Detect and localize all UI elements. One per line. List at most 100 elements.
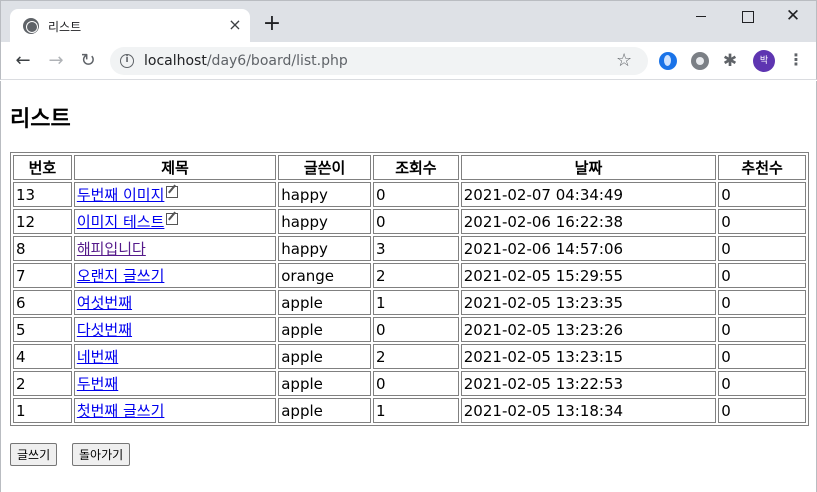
puzzle-icon[interactable]: ✱ [721, 52, 739, 70]
cell-author: apple [278, 317, 372, 342]
minimize-button[interactable] [678, 5, 724, 29]
maximize-button[interactable] [724, 5, 770, 29]
post-title-link[interactable]: 첫번째 글쓰기 [77, 402, 165, 420]
cell-views: 0 [373, 209, 459, 234]
reload-icon[interactable]: ↻ [76, 49, 100, 73]
forward-arrow-icon[interactable]: → [44, 49, 68, 73]
cell-recommends: 0 [718, 344, 806, 369]
cell-date: 2021-02-05 13:22:53 [460, 371, 717, 396]
cell-date: 2021-02-06 16:22:38 [460, 209, 717, 234]
header-title: 제목 [73, 155, 277, 180]
cell-views: 1 [373, 398, 459, 423]
cell-author: orange [278, 263, 372, 288]
cell-date: 2021-02-05 13:23:35 [460, 290, 717, 315]
window-close-button[interactable]: ✕ [770, 5, 816, 29]
cell-number: 5 [13, 317, 72, 342]
post-title-link[interactable]: 두번째 이미지 [77, 186, 165, 204]
post-title-link[interactable]: 오랜지 글쓰기 [77, 267, 165, 285]
cell-views: 2 [373, 263, 459, 288]
cell-recommends: 0 [718, 209, 806, 234]
cell-number: 12 [13, 209, 72, 234]
cell-date: 2021-02-06 14:57:06 [460, 236, 717, 261]
table-row: 13 두번째 이미지 happy 0 2021-02-07 04:34:49 0 [13, 182, 806, 207]
header-date: 날짜 [460, 155, 717, 180]
cell-recommends: 0 [718, 263, 806, 288]
cell-number: 6 [13, 290, 72, 315]
close-tab-icon[interactable]: × [226, 16, 244, 34]
cell-recommends: 0 [718, 371, 806, 396]
browser-tab[interactable]: 리스트 × [10, 9, 250, 44]
extension-gear-icon[interactable] [691, 52, 709, 70]
post-title-link[interactable]: 두번째 [77, 375, 118, 393]
cell-author: happy [278, 236, 372, 261]
cell-title: 네번째 [73, 344, 277, 369]
cell-views: 3 [373, 236, 459, 261]
table-row: 2 두번째 apple 0 2021-02-05 13:22:53 0 [13, 371, 806, 396]
cell-number: 2 [13, 371, 72, 396]
board-table: 번호 제목 글쓴이 조회수 날짜 추천수 13 두번째 이미지 happy 0 … [10, 152, 809, 426]
table-row: 7 오랜지 글쓰기 orange 2 2021-02-05 15:29:55 0 [13, 263, 806, 288]
cell-title: 다섯번째 [73, 317, 277, 342]
image-attached-icon [166, 213, 179, 225]
cell-author: apple [278, 290, 372, 315]
table-row: 1 첫번째 글쓰기 apple 1 2021-02-05 13:18:34 0 [13, 398, 806, 423]
cell-views: 0 [373, 371, 459, 396]
browser-titlebar: 리스트 × + ✕ [0, 0, 817, 44]
cell-date: 2021-02-05 13:18:34 [460, 398, 717, 423]
cell-recommends: 0 [718, 398, 806, 423]
cell-author: apple [278, 398, 372, 423]
post-title-link[interactable]: 이미지 테스트 [77, 213, 165, 231]
cell-recommends: 0 [718, 290, 806, 315]
new-tab-button[interactable]: + [262, 13, 282, 35]
cell-date: 2021-02-07 04:34:49 [460, 182, 717, 207]
info-icon[interactable]: i [120, 54, 134, 68]
url-host: localhost [144, 53, 207, 69]
cell-author: happy [278, 209, 372, 234]
bookmark-star-icon[interactable]: ☆ [616, 50, 632, 71]
cell-views: 2 [373, 344, 459, 369]
more-menu-icon[interactable]: ⋮ [788, 51, 804, 71]
cell-number: 1 [13, 398, 72, 423]
cell-number: 8 [13, 236, 72, 261]
write-button[interactable]: 글쓰기 [10, 443, 58, 466]
cell-views: 0 [373, 317, 459, 342]
cell-title: 두번째 이미지 [73, 182, 277, 207]
cell-author: apple [278, 371, 372, 396]
browser-toolbar: ← → ↻ i localhost/day6/board/list.php ☆ … [0, 42, 817, 80]
table-row: 8 해피입니다 happy 3 2021-02-06 14:57:06 0 [13, 236, 806, 261]
back-arrow-icon[interactable]: ← [11, 49, 35, 73]
cell-date: 2021-02-05 13:23:26 [460, 317, 717, 342]
cell-views: 0 [373, 182, 459, 207]
cell-title: 해피입니다 [73, 236, 277, 261]
cell-title: 첫번째 글쓰기 [73, 398, 277, 423]
go-back-button[interactable]: 돌아가기 [72, 443, 131, 466]
cell-number: 7 [13, 263, 72, 288]
header-recommends: 추천수 [718, 155, 806, 180]
header-views: 조회수 [373, 155, 459, 180]
cell-title: 두번째 [73, 371, 277, 396]
cell-recommends: 0 [718, 317, 806, 342]
cell-date: 2021-02-05 15:29:55 [460, 263, 717, 288]
cell-recommends: 0 [718, 182, 806, 207]
table-header-row: 번호 제목 글쓴이 조회수 날짜 추천수 [13, 155, 806, 180]
cell-recommends: 0 [718, 236, 806, 261]
table-row: 4 네번째 apple 2 2021-02-05 13:23:15 0 [13, 344, 806, 369]
profile-avatar[interactable]: 박 [753, 50, 775, 72]
post-title-link[interactable]: 여섯번째 [77, 294, 132, 312]
post-title-link[interactable]: 네번째 [77, 348, 118, 366]
table-row: 5 다섯번째 apple 0 2021-02-05 13:23:26 0 [13, 317, 806, 342]
cell-author: apple [278, 344, 372, 369]
page-title: 리스트 [10, 107, 71, 132]
header-number: 번호 [13, 155, 72, 180]
globe-icon [23, 18, 39, 34]
address-bar[interactable]: i localhost/day6/board/list.php ☆ [110, 47, 648, 75]
url-text[interactable]: localhost/day6/board/list.php [144, 53, 348, 69]
header-author: 글쓴이 [278, 155, 372, 180]
table-row: 6 여섯번째 apple 1 2021-02-05 13:23:35 0 [13, 290, 806, 315]
page-content: 리스트 번호 제목 글쓴이 조회수 날짜 추천수 1 3 두번째 이미지 happ… [0, 81, 817, 492]
extension-icon[interactable] [659, 52, 677, 70]
cell-title: 여섯번째 [73, 290, 277, 315]
post-title-link[interactable]: 다섯번째 [77, 321, 132, 339]
post-title-link[interactable]: 해피입니다 [77, 240, 146, 258]
cell-title: 오랜지 글쓰기 [73, 263, 277, 288]
